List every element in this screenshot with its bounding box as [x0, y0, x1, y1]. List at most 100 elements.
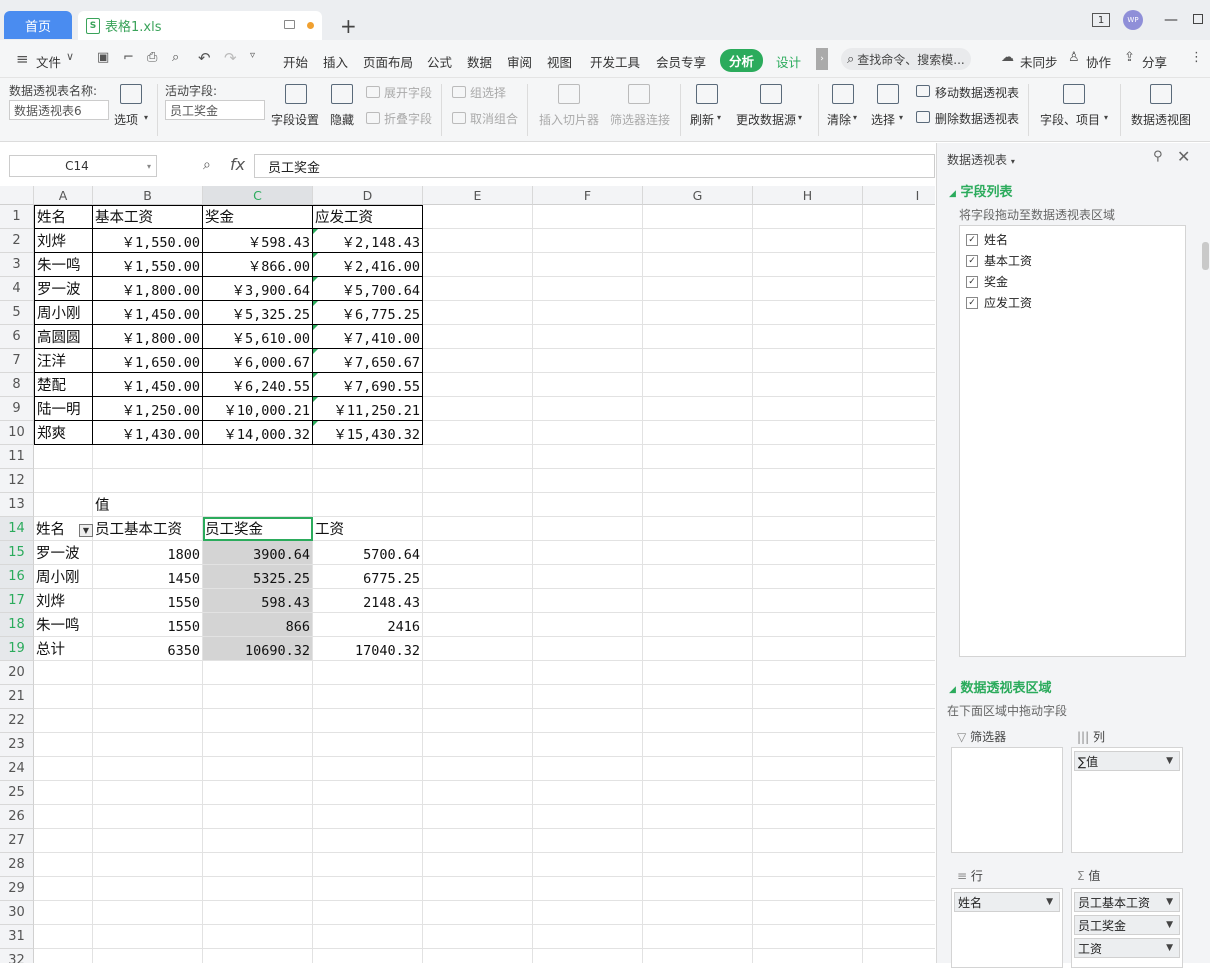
- hamburger-menu-icon[interactable]: ≡: [16, 50, 29, 68]
- share-button[interactable]: 分享: [1142, 52, 1167, 71]
- empty-cell[interactable]: [863, 709, 935, 733]
- spreadsheet-grid[interactable]: A B C D E F G H I 1 2 3 4 5 6 7 8 9 10 11 12 13 14 15 1…: [0, 186, 935, 963]
- col-header-a[interactable]: A: [34, 186, 93, 205]
- empty-cell[interactable]: [34, 949, 93, 963]
- col-header-h[interactable]: H: [753, 186, 863, 205]
- empty-cell[interactable]: [863, 829, 935, 853]
- pivot-cell[interactable]: 3900.64: [203, 541, 313, 565]
- empty-cell[interactable]: [753, 517, 863, 541]
- empty-cell[interactable]: [863, 373, 935, 397]
- empty-cell[interactable]: [423, 301, 533, 325]
- row-header[interactable]: 11: [0, 445, 34, 469]
- empty-cell[interactable]: [643, 805, 753, 829]
- empty-cell[interactable]: [203, 757, 313, 781]
- empty-cell[interactable]: [533, 901, 643, 925]
- select-all-corner[interactable]: [0, 186, 34, 205]
- empty-cell[interactable]: [313, 709, 423, 733]
- column-zone[interactable]: ∑值 ▼: [1071, 747, 1183, 853]
- filter-zone[interactable]: [951, 747, 1063, 853]
- empty-cell[interactable]: [863, 565, 935, 589]
- empty-cell[interactable]: [34, 757, 93, 781]
- empty-cell[interactable]: [93, 877, 203, 901]
- empty-cell[interactable]: [423, 541, 533, 565]
- pivot-total-cell[interactable]: 17040.32: [313, 637, 423, 661]
- checkbox-icon[interactable]: ✓: [966, 254, 978, 267]
- empty-cell[interactable]: [313, 781, 423, 805]
- empty-cell[interactable]: [34, 661, 93, 685]
- empty-cell[interactable]: [643, 373, 753, 397]
- empty-cell[interactable]: [313, 901, 423, 925]
- checkbox-icon[interactable]: ✓: [966, 233, 978, 246]
- empty-cell[interactable]: [643, 757, 753, 781]
- empty-cell[interactable]: [533, 925, 643, 949]
- empty-cell[interactable]: [863, 397, 935, 421]
- table-cell[interactable]: ￥1,650.00: [93, 349, 203, 373]
- empty-cell[interactable]: [863, 493, 935, 517]
- row-header[interactable]: 6: [0, 325, 34, 349]
- empty-cell[interactable]: [533, 229, 643, 253]
- table-header-cell[interactable]: 姓名: [34, 205, 93, 229]
- empty-cell[interactable]: [93, 925, 203, 949]
- empty-cell[interactable]: [203, 901, 313, 925]
- row-header[interactable]: 19: [0, 637, 34, 661]
- panel-title[interactable]: 数据透视表 ▾: [947, 151, 1015, 168]
- empty-cell[interactable]: [753, 301, 863, 325]
- table-cell[interactable]: ￥14,000.32: [203, 421, 313, 445]
- empty-cell[interactable]: [93, 685, 203, 709]
- empty-cell[interactable]: [863, 301, 935, 325]
- empty-cell[interactable]: [423, 733, 533, 757]
- table-cell[interactable]: ￥1,800.00: [93, 277, 203, 301]
- empty-cell[interactable]: [533, 277, 643, 301]
- empty-cell[interactable]: [643, 469, 753, 493]
- pivot-cell[interactable]: 1800: [93, 541, 203, 565]
- tab-file[interactable]: S 表格1.xls: [78, 11, 322, 40]
- col-header-g[interactable]: G: [643, 186, 753, 205]
- table-cell[interactable]: ￥1,450.00: [93, 373, 203, 397]
- empty-cell[interactable]: [863, 685, 935, 709]
- share-icon[interactable]: ⇪: [1124, 50, 1135, 65]
- empty-cell[interactable]: [313, 661, 423, 685]
- pivot-values-label[interactable]: 值: [93, 493, 203, 517]
- empty-cell[interactable]: [533, 853, 643, 877]
- empty-cell[interactable]: [423, 445, 533, 469]
- empty-cell[interactable]: [423, 325, 533, 349]
- empty-cell[interactable]: [863, 877, 935, 901]
- empty-cell[interactable]: [643, 685, 753, 709]
- clear-button[interactable]: 清除: [827, 111, 851, 128]
- empty-cell[interactable]: [863, 349, 935, 373]
- pivot-total-cell[interactable]: 10690.32: [203, 637, 313, 661]
- options-button[interactable]: 选项: [114, 111, 138, 128]
- empty-cell[interactable]: [863, 805, 935, 829]
- table-cell[interactable]: 郑爽: [34, 421, 93, 445]
- empty-cell[interactable]: [753, 541, 863, 565]
- empty-cell[interactable]: [423, 901, 533, 925]
- empty-cell[interactable]: [753, 877, 863, 901]
- empty-cell[interactable]: [203, 805, 313, 829]
- empty-cell[interactable]: [34, 781, 93, 805]
- table-cell[interactable]: 汪洋: [34, 349, 93, 373]
- empty-cell[interactable]: [203, 733, 313, 757]
- empty-cell[interactable]: [643, 853, 753, 877]
- empty-cell[interactable]: [643, 229, 753, 253]
- collapse-field-button[interactable]: 折叠字段: [384, 110, 432, 127]
- customize-chevron-icon[interactable]: ▿: [250, 50, 255, 61]
- empty-cell[interactable]: [423, 637, 533, 661]
- table-cell[interactable]: ￥6,240.55: [203, 373, 313, 397]
- change-source-button[interactable]: 更改数据源: [736, 111, 796, 128]
- pivot-cell[interactable]: 罗一波: [34, 541, 93, 565]
- empty-cell[interactable]: [643, 829, 753, 853]
- empty-cell[interactable]: [423, 949, 533, 963]
- empty-cell[interactable]: [753, 925, 863, 949]
- pivot-cell[interactable]: 598.43: [203, 589, 313, 613]
- empty-cell[interactable]: [643, 877, 753, 901]
- table-cell[interactable]: ￥5,700.64: [313, 277, 423, 301]
- row-header[interactable]: 31: [0, 925, 34, 949]
- empty-cell[interactable]: [753, 709, 863, 733]
- menu-design[interactable]: 设计: [776, 52, 801, 71]
- row-header[interactable]: 22: [0, 709, 34, 733]
- menu-page-layout[interactable]: 页面布局: [363, 52, 413, 71]
- row-header[interactable]: 28: [0, 853, 34, 877]
- row-header[interactable]: 12: [0, 469, 34, 493]
- empty-cell[interactable]: [34, 925, 93, 949]
- table-cell[interactable]: 罗一波: [34, 277, 93, 301]
